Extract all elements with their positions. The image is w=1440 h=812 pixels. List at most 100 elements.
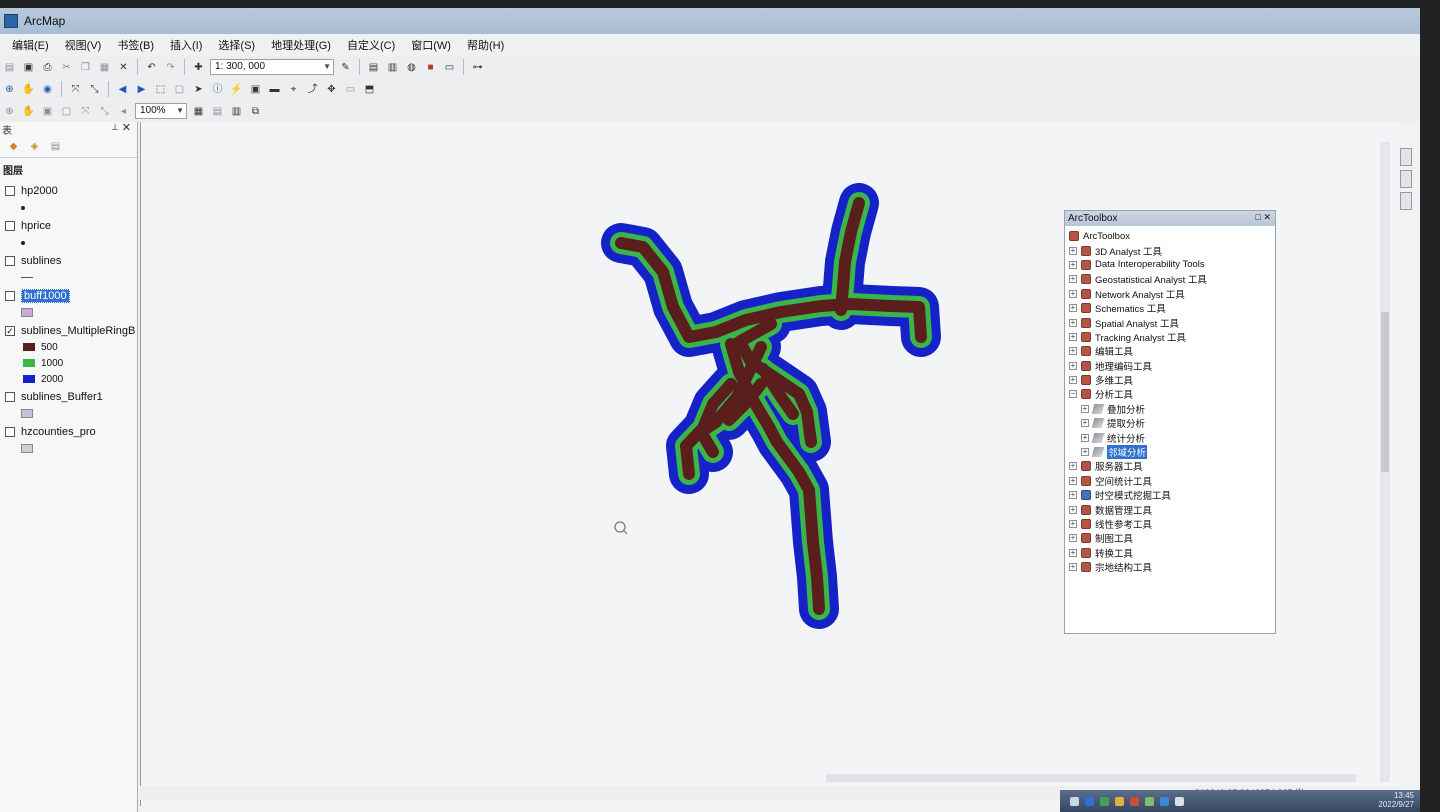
find-route-icon[interactable]: ⤴ <box>305 82 320 97</box>
toolbox-node[interactable]: + Tracking Analyst 工具 <box>1069 330 1275 344</box>
search-window-icon[interactable]: ◍ <box>404 60 419 75</box>
menu-item[interactable]: 选择(S) <box>218 37 255 53</box>
arctoolbox-window-buttons[interactable]: □ ✕ <box>1256 212 1271 223</box>
catalog-dock-tab[interactable] <box>1400 148 1412 166</box>
expand-icon[interactable]: + <box>1069 275 1077 284</box>
list-by-source-icon[interactable]: ◈ <box>27 139 42 154</box>
layout-fixed-zoom-out-icon[interactable]: ⤡ <box>97 104 112 119</box>
expand-icon[interactable]: + <box>1069 347 1077 356</box>
pin-icon[interactable]: ⊥ <box>111 122 119 133</box>
results-dock-tab[interactable] <box>1400 192 1412 210</box>
layer-symbol[interactable] <box>3 405 137 422</box>
expand-icon[interactable]: + <box>1069 476 1077 485</box>
layer-symbol[interactable] <box>3 440 137 457</box>
measure-icon[interactable]: ▬ <box>267 82 282 97</box>
expand-icon[interactable]: + <box>1069 304 1077 313</box>
expand-icon[interactable]: + <box>1081 419 1089 428</box>
layer-visibility-checkbox[interactable] <box>5 186 15 196</box>
fixed-zoom-in-icon[interactable]: ⤧ <box>68 82 83 97</box>
menu-item[interactable]: 自定义(C) <box>347 37 395 53</box>
expand-icon[interactable]: + <box>1069 332 1077 341</box>
toolbox-node[interactable]: + 空间统计工具 <box>1069 474 1275 488</box>
scrollbar-thumb[interactable] <box>1381 312 1389 472</box>
layer-visibility-checkbox[interactable] <box>5 427 15 437</box>
layer-visibility-checkbox[interactable] <box>5 291 15 301</box>
expand-icon[interactable]: + <box>1081 448 1089 457</box>
menu-item[interactable]: 帮助(H) <box>467 37 504 53</box>
toolbox-node[interactable]: + 数据管理工具 <box>1069 502 1275 517</box>
layer-visibility-checkbox[interactable]: ✓ <box>5 326 15 336</box>
horizontal-scrollbar[interactable] <box>826 774 1356 782</box>
zoom-in-icon[interactable]: ⊕ <box>2 82 17 97</box>
toolbox-node[interactable]: + 转换工具 <box>1069 546 1275 560</box>
expand-icon[interactable]: + <box>1069 563 1077 572</box>
close-icon[interactable]: ✕ <box>122 121 131 134</box>
expand-icon[interactable]: + <box>1069 491 1077 500</box>
toolbox-node[interactable]: + Geostatistical Analyst 工具 <box>1069 272 1275 286</box>
toolbox-node[interactable]: + 编辑工具 <box>1069 344 1275 358</box>
select-features-icon[interactable]: ⬚ <box>153 82 168 97</box>
data-driven-pages-icon[interactable]: ⧉ <box>248 104 263 119</box>
undo-icon[interactable]: ↶ <box>144 60 159 75</box>
network-icon[interactable] <box>1100 796 1109 806</box>
toolbox-node[interactable]: + 多维工具 <box>1069 373 1275 387</box>
collapse-icon[interactable]: − <box>1069 390 1077 399</box>
time-slider-icon[interactable]: ▭ <box>343 82 358 97</box>
toolbox-node[interactable]: ArcToolbox <box>1069 229 1275 243</box>
toc-layer-row[interactable]: buff1000 <box>3 288 137 304</box>
layer-visibility-checkbox[interactable] <box>5 221 15 231</box>
action-center-icon[interactable] <box>1070 796 1079 806</box>
toolset-node[interactable]: + 提取分析 <box>1069 416 1275 430</box>
toolbox-node[interactable]: + 线性参考工具 <box>1069 517 1275 531</box>
arctoolbox-window[interactable]: ArcToolbox □ ✕ ArcToolbox +3D Analyst 工具 +… <box>1064 210 1276 634</box>
vertical-scrollbar[interactable] <box>1380 142 1390 782</box>
forward-extent-icon[interactable]: ▶ <box>134 82 149 97</box>
toc-layer-row[interactable]: hprice <box>3 218 137 234</box>
layout-zoom-combo[interactable]: 100% ▼ <box>135 103 187 119</box>
add-data-icon[interactable]: ✚ <box>191 60 206 75</box>
expand-icon[interactable]: + <box>1069 505 1077 514</box>
table-of-contents-icon[interactable]: ▤ <box>366 60 381 75</box>
go-to-xy-icon[interactable]: ✥ <box>324 82 339 97</box>
security-icon[interactable] <box>1145 796 1154 806</box>
layer-visibility-checkbox[interactable] <box>5 256 15 266</box>
save-icon[interactable]: ▣ <box>21 60 36 75</box>
layout-zoom-100-icon[interactable]: ▢ <box>59 104 74 119</box>
cut-icon[interactable]: ✂ <box>59 60 74 75</box>
volume-icon[interactable] <box>1175 796 1184 806</box>
html-popup-icon[interactable]: ▣ <box>248 82 263 97</box>
redo-icon[interactable]: ↷ <box>163 60 178 75</box>
toc-layer-row[interactable]: sublines <box>3 253 137 269</box>
layer-name[interactable]: hprice <box>21 220 51 232</box>
fixed-zoom-out-icon[interactable]: ⤡ <box>87 82 102 97</box>
toolset-node[interactable]: + 叠加分析 <box>1069 402 1275 416</box>
model-builder-icon[interactable]: ⊶ <box>470 60 485 75</box>
toolbox-node[interactable]: + Schematics 工具 <box>1069 301 1275 315</box>
copy-icon[interactable]: ❐ <box>78 60 93 75</box>
layer-symbol[interactable] <box>3 234 137 251</box>
expand-icon[interactable]: + <box>1069 376 1077 385</box>
toolbox-node[interactable]: + 时空模式挖掘工具 <box>1069 488 1275 502</box>
menu-item[interactable]: 书签(B) <box>117 37 154 53</box>
menu-item[interactable]: 插入(I) <box>170 37 202 53</box>
update-icon[interactable] <box>1160 796 1169 806</box>
identify-icon[interactable]: ⓘ <box>210 82 225 97</box>
toolbox-node[interactable]: + 服务器工具 <box>1069 459 1275 473</box>
pan-icon[interactable]: ✋ <box>21 82 36 97</box>
catalog-icon[interactable]: ▥ <box>385 60 400 75</box>
layer-name[interactable]: sublines_MultipleRingB <box>21 325 135 337</box>
toc-layer-row[interactable]: hzcounties_pro <box>3 424 137 440</box>
print-icon[interactable]: ⎙ <box>40 60 55 75</box>
help-icon[interactable] <box>1085 796 1094 806</box>
clear-selection-icon[interactable]: ▢ <box>172 82 187 97</box>
expand-icon[interactable]: + <box>1069 260 1077 269</box>
layer-symbol[interactable] <box>3 199 137 216</box>
toolbox-node[interactable]: +3D Analyst 工具 <box>1069 243 1275 258</box>
expand-icon[interactable]: + <box>1069 289 1077 298</box>
toc-layer-row[interactable]: sublines_Buffer1 <box>3 389 137 405</box>
create-viewer-icon[interactable]: ⬒ <box>362 82 377 97</box>
change-layout-icon[interactable]: ▥ <box>229 104 244 119</box>
full-extent-icon[interactable]: ◉ <box>40 82 55 97</box>
layer-symbol[interactable] <box>3 269 137 286</box>
toc-layer-row[interactable]: ✓ sublines_MultipleRingB <box>3 323 137 339</box>
